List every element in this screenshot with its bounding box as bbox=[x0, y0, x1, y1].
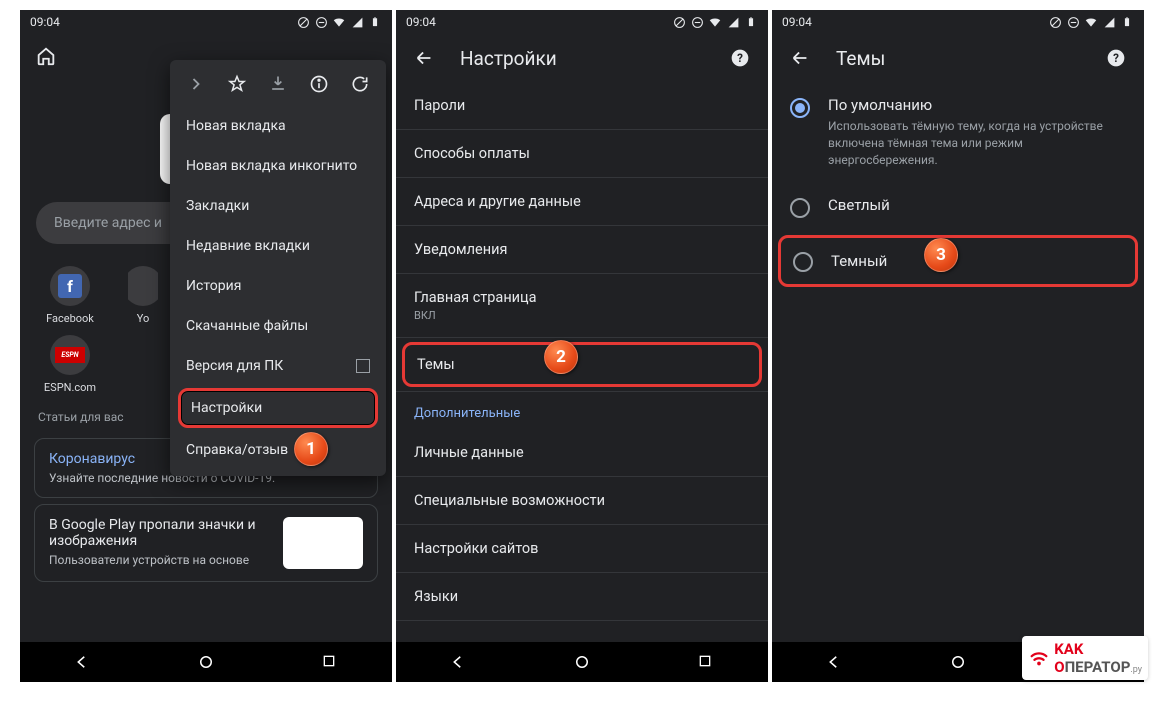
wifi-icon bbox=[708, 15, 722, 29]
settings-section-advanced: Дополнительные bbox=[396, 392, 768, 429]
settings-appbar: Настройки ? bbox=[396, 34, 768, 82]
do-not-disturb-icon bbox=[1048, 15, 1062, 29]
overflow-menu: Новая вкладка Новая вкладка инкогнито За… bbox=[170, 60, 386, 476]
status-time: 09:04 bbox=[30, 15, 60, 29]
battery-icon bbox=[1120, 15, 1134, 29]
download-icon[interactable] bbox=[266, 72, 290, 96]
menu-recent-tabs[interactable]: Недавние вкладки bbox=[170, 226, 386, 266]
radio-icon[interactable] bbox=[790, 198, 810, 218]
tile-youtube[interactable]: Yo bbox=[128, 266, 158, 325]
status-bar: 09:04 bbox=[20, 10, 392, 34]
info-icon[interactable] bbox=[307, 72, 331, 96]
battery-icon bbox=[368, 15, 382, 29]
forward-icon[interactable] bbox=[184, 72, 208, 96]
status-bar: 09:04 bbox=[396, 10, 768, 34]
page-title: Настройки bbox=[460, 47, 704, 70]
status-time: 09:04 bbox=[406, 15, 436, 29]
tile-espn[interactable]: ESPN ESPN.com bbox=[40, 335, 100, 394]
android-navbar bbox=[396, 642, 768, 682]
settings-row-homepage[interactable]: Главная страница ВКЛ bbox=[396, 274, 768, 338]
phone-panel-1: 09:04 G bbox=[20, 10, 392, 682]
themes-appbar: Темы ? bbox=[772, 34, 1144, 82]
phone-panel-3: 09:04 Темы ? По умолчанию Использовать т… bbox=[772, 10, 1144, 682]
menu-settings[interactable]: Настройки bbox=[178, 388, 378, 428]
help-icon[interactable]: ? bbox=[728, 46, 752, 70]
search-placeholder: Введите адрес и bbox=[54, 215, 162, 231]
wifi-icon bbox=[332, 15, 346, 29]
radio-icon[interactable] bbox=[790, 98, 810, 118]
wifi-logo-icon bbox=[1028, 647, 1050, 669]
back-icon[interactable] bbox=[412, 46, 436, 70]
menu-bookmarks[interactable]: Закладки bbox=[170, 186, 386, 226]
settings-row-site-settings[interactable]: Настройки сайтов bbox=[396, 525, 768, 573]
status-bar: 09:04 bbox=[772, 10, 1144, 34]
checkbox-icon[interactable] bbox=[356, 359, 370, 373]
back-nav-icon[interactable] bbox=[73, 653, 91, 671]
settings-row-themes[interactable]: Темы bbox=[402, 342, 762, 387]
recents-nav-icon[interactable] bbox=[697, 653, 715, 671]
status-time: 09:04 bbox=[782, 15, 812, 29]
wifi-icon bbox=[1084, 15, 1098, 29]
battery-icon bbox=[744, 15, 758, 29]
menu-help[interactable]: Справка/отзыв bbox=[170, 430, 386, 470]
article-card-googleplay[interactable]: В Google Play пропали значки и изображен… bbox=[34, 504, 378, 582]
settings-row-notifications[interactable]: Уведомления bbox=[396, 226, 768, 274]
settings-row-privacy[interactable]: Личные данные bbox=[396, 429, 768, 477]
android-navbar bbox=[20, 642, 392, 682]
svg-text:?: ? bbox=[737, 51, 743, 65]
back-nav-icon[interactable] bbox=[825, 653, 843, 671]
menu-new-tab[interactable]: Новая вкладка bbox=[170, 106, 386, 146]
article-thumb bbox=[283, 517, 363, 569]
home-nav-icon[interactable] bbox=[573, 653, 591, 671]
back-icon[interactable] bbox=[788, 46, 812, 70]
dash-icon bbox=[1066, 15, 1080, 29]
signal-icon bbox=[350, 15, 364, 29]
phone-panel-2: 09:04 Настройки ? Пароли Способы оплаты … bbox=[396, 10, 768, 682]
signal-icon bbox=[726, 15, 740, 29]
help-icon[interactable]: ? bbox=[1104, 46, 1128, 70]
settings-list: Пароли Способы оплаты Адреса и другие да… bbox=[396, 82, 768, 642]
do-not-disturb-icon bbox=[672, 15, 686, 29]
do-not-disturb-icon bbox=[296, 15, 310, 29]
dash-icon bbox=[314, 15, 328, 29]
menu-new-incognito[interactable]: Новая вкладка инкогнито bbox=[170, 146, 386, 186]
back-nav-icon[interactable] bbox=[449, 653, 467, 671]
themes-list: По умолчанию Использовать тёмную тему, к… bbox=[772, 82, 1144, 642]
svg-text:?: ? bbox=[1113, 51, 1119, 65]
home-nav-icon[interactable] bbox=[197, 653, 215, 671]
settings-row-addresses[interactable]: Адреса и другие данные bbox=[396, 178, 768, 226]
watermark-logo: KAK ОПЕРАТОР.ру bbox=[1022, 636, 1148, 680]
star-icon[interactable] bbox=[225, 72, 249, 96]
theme-option-dark[interactable]: Темный bbox=[778, 235, 1138, 287]
theme-option-default[interactable]: По умолчанию Использовать тёмную тему, к… bbox=[772, 82, 1144, 182]
settings-row-payment[interactable]: Способы оплаты bbox=[396, 130, 768, 178]
settings-row-accessibility[interactable]: Специальные возможности bbox=[396, 477, 768, 525]
menu-history[interactable]: История bbox=[170, 266, 386, 306]
menu-downloads[interactable]: Скачанные файлы bbox=[170, 306, 386, 346]
step-badge-2: 2 bbox=[544, 340, 578, 374]
radio-icon[interactable] bbox=[793, 252, 813, 272]
reload-icon[interactable] bbox=[348, 72, 372, 96]
step-badge-1: 1 bbox=[294, 432, 328, 466]
tile-facebook[interactable]: f Facebook bbox=[40, 266, 100, 325]
theme-option-light[interactable]: Светлый bbox=[772, 182, 1144, 232]
settings-row-passwords[interactable]: Пароли bbox=[396, 82, 768, 130]
signal-icon bbox=[1102, 15, 1116, 29]
home-icon[interactable] bbox=[34, 44, 58, 68]
recents-nav-icon[interactable] bbox=[321, 653, 339, 671]
menu-desktop-site[interactable]: Версия для ПК bbox=[170, 346, 386, 386]
page-title: Темы bbox=[836, 47, 1080, 70]
settings-row-languages[interactable]: Языки bbox=[396, 573, 768, 621]
home-nav-icon[interactable] bbox=[949, 653, 967, 671]
dash-icon bbox=[690, 15, 704, 29]
